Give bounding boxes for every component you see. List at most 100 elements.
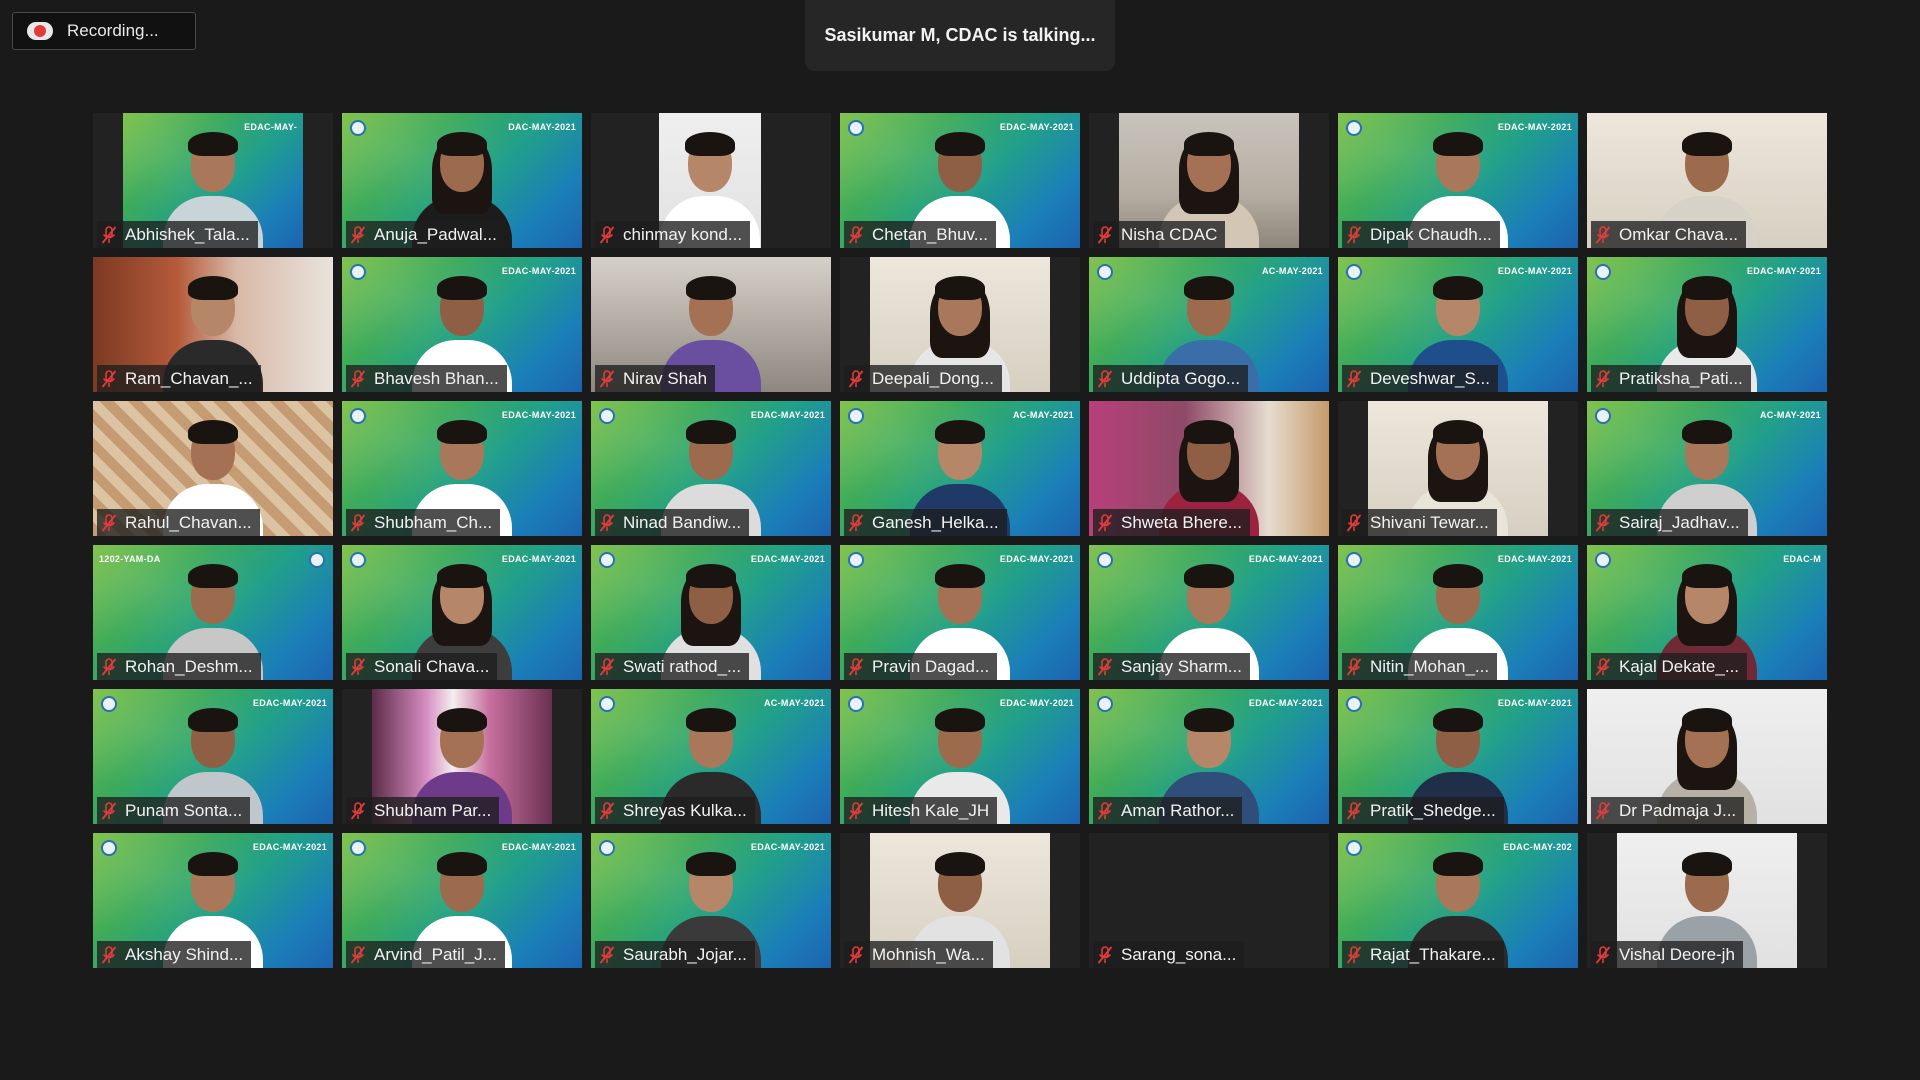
participant-tile[interactable]: EDAC-MAY-2021 Dipak Chaudh... — [1338, 113, 1578, 248]
recording-indicator[interactable]: Recording... — [12, 12, 196, 50]
cdac-logo-icon — [1346, 552, 1362, 568]
cdac-logo-icon — [1346, 840, 1362, 856]
participant-tile[interactable]: EDAC-MAY-2021 Aman Rathor... — [1089, 689, 1329, 824]
participant-tile[interactable]: Shweta Bhere... — [1089, 401, 1329, 536]
participant-name-label: Ram_Chavan_... — [97, 365, 261, 392]
participant-name-label: Shivani Tewar... — [1342, 509, 1497, 536]
participant-tile[interactable]: Mohnish_Wa... — [840, 833, 1080, 968]
recording-label: Recording... — [67, 21, 159, 40]
participant-name-label: Sairaj_Jadhav... — [1591, 509, 1748, 536]
participant-name: Saurabh_Jojar... — [623, 944, 747, 964]
participant-tile[interactable]: EDAC-MAY-2021 Bhavesh Bhan... — [342, 257, 582, 392]
participant-tile[interactable]: AC-MAY-2021 Uddipta Gogo... — [1089, 257, 1329, 392]
participant-tile[interactable]: EDAC-MAY-2021 Ninad Bandiw... — [591, 401, 831, 536]
participant-name: Ganesh_Helka... — [872, 512, 999, 532]
participant-tile[interactable]: EDAC-MAY-2021 Shubham_Ch... — [342, 401, 582, 536]
participant-tile[interactable]: Shivani Tewar... — [1338, 401, 1578, 536]
background-brand-text: AC-MAY-2021 — [1262, 266, 1323, 276]
mic-muted-icon — [350, 801, 366, 820]
participant-name-label: Chetan_Bhuv... — [844, 221, 996, 248]
participant-tile[interactable]: EDAC-MAY-2021 Arvind_Patil_J... — [342, 833, 582, 968]
participant-name-label: Hitesh Kale_JH — [844, 797, 998, 824]
participant-tile[interactable]: Nisha CDAC — [1089, 113, 1329, 248]
participant-tile[interactable]: EDAC-MAY-2021 Swati rathod_... — [591, 545, 831, 680]
participant-name: Swati rathod_... — [623, 656, 742, 676]
mic-muted-icon — [848, 801, 864, 820]
participant-name: Chetan_Bhuv... — [872, 224, 988, 244]
participant-tile[interactable]: AC-MAY-2021 Ganesh_Helka... — [840, 401, 1080, 536]
mic-muted-icon — [848, 225, 864, 244]
cdac-logo-icon — [848, 696, 864, 712]
participant-tile[interactable]: EDAC-MAY- Abhishek_Tala... — [93, 113, 333, 248]
participant-tile[interactable]: Nirav Shah — [591, 257, 831, 392]
participant-tile[interactable]: EDAC-MAY-2021 Akshay Shind... — [93, 833, 333, 968]
cdac-logo-icon — [350, 264, 366, 280]
participant-name-label: Saurabh_Jojar... — [595, 941, 755, 968]
participant-name: Rohan_Deshm... — [125, 656, 253, 676]
participant-tile[interactable]: EDAC-MAY-2021 Saurabh_Jojar... — [591, 833, 831, 968]
participant-name-label: Rahul_Chavan... — [97, 509, 260, 536]
participant-tile[interactable]: EDAC-M Kajal Dekate_... — [1587, 545, 1827, 680]
participant-tile[interactable]: EDAC-MAY-2021 Deveshwar_S... — [1338, 257, 1578, 392]
participant-name-label: Dr Padmaja J... — [1591, 797, 1745, 824]
mic-muted-icon — [101, 369, 117, 388]
participant-name: Akshay Shind... — [125, 944, 244, 964]
cdac-logo-icon — [1097, 696, 1113, 712]
active-speaker-banner: Sasikumar M, CDAC is talking... — [805, 0, 1115, 71]
participant-tile[interactable]: Deepali_Dong... — [840, 257, 1080, 392]
participant-name-label: Uddipta Gogo... — [1093, 365, 1249, 392]
participant-tile[interactable]: 1202-YAM-DA Rohan_Deshm... — [93, 545, 333, 680]
participant-tile[interactable]: EDAC-MAY-2021 Chetan_Bhuv... — [840, 113, 1080, 248]
participant-tile[interactable]: EDAC-MAY-2021 Punam Sonta... — [93, 689, 333, 824]
participant-tile[interactable]: Rahul_Chavan... — [93, 401, 333, 536]
participant-name: Vishal Deore-jh — [1619, 944, 1735, 964]
participant-name: Deepali_Dong... — [872, 368, 994, 388]
mic-muted-icon — [101, 945, 117, 964]
participant-tile[interactable]: EDAC-MAY-2021 Pravin Dagad... — [840, 545, 1080, 680]
participant-name: Uddipta Gogo... — [1121, 368, 1241, 388]
mic-muted-icon — [101, 657, 117, 676]
mic-muted-icon — [599, 945, 615, 964]
mic-muted-icon — [350, 369, 366, 388]
participant-tile[interactable]: Shubham Par... — [342, 689, 582, 824]
participant-name: Deveshwar_S... — [1370, 368, 1490, 388]
participant-tile[interactable]: Vishal Deore-jh — [1587, 833, 1827, 968]
participant-tile[interactable]: EDAC-MAY-2021 Pratik_Shedge... — [1338, 689, 1578, 824]
participant-tile[interactable]: DAC-MAY-2021 Anuja_Padwal... — [342, 113, 582, 248]
participant-tile[interactable]: AC-MAY-2021 Sairaj_Jadhav... — [1587, 401, 1827, 536]
participant-tile[interactable]: EDAC-MAY-2021 Pratiksha_Pati... — [1587, 257, 1827, 392]
participant-name: Shivani Tewar... — [1370, 512, 1489, 532]
participant-name: Shreyas Kulka... — [623, 800, 747, 820]
participant-name-label: Kajal Dekate_... — [1591, 653, 1748, 680]
participant-tile[interactable]: Omkar Chava... — [1587, 113, 1827, 248]
participant-name-label: Shubham_Ch... — [346, 509, 501, 536]
participant-video-grid: EDAC-MAY- Abhishek_Tala... DAC-MAY-2021 A… — [93, 113, 1828, 968]
cdac-logo-icon — [599, 408, 615, 424]
participant-tile[interactable]: Sarang_sona... — [1089, 833, 1329, 968]
participant-name-label: Shubham Par... — [346, 797, 500, 824]
participant-name-label: Omkar Chava... — [1591, 221, 1747, 248]
participant-tile[interactable]: EDAC-MAY-2021 Hitesh Kale_JH — [840, 689, 1080, 824]
cdac-logo-icon — [350, 552, 366, 568]
participant-tile[interactable]: chinmay kond... — [591, 113, 831, 248]
cdac-logo-icon — [599, 696, 615, 712]
participant-name: Ninad Bandiw... — [623, 512, 742, 532]
participant-tile[interactable]: EDAC-MAY-2021 Sonali Chava... — [342, 545, 582, 680]
background-brand-text: AC-MAY-2021 — [764, 698, 825, 708]
participant-name-label: Sonali Chava... — [346, 653, 498, 680]
participant-tile[interactable]: EDAC-MAY-202 Rajat_Thakare... — [1338, 833, 1578, 968]
participant-name-label: Nisha CDAC — [1093, 221, 1226, 248]
background-brand-text: AC-MAY-2021 — [1760, 410, 1821, 420]
mic-muted-icon — [101, 801, 117, 820]
participant-name-label: Nirav Shah — [595, 365, 716, 392]
participant-tile[interactable]: AC-MAY-2021 Shreyas Kulka... — [591, 689, 831, 824]
participant-tile[interactable]: EDAC-MAY-2021 Nitin_Mohan_... — [1338, 545, 1578, 680]
participant-name-label: Sarang_sona... — [1093, 941, 1245, 968]
participant-tile[interactable]: Ram_Chavan_... — [93, 257, 333, 392]
participant-name: chinmay kond... — [623, 224, 743, 244]
participant-tile[interactable]: Dr Padmaja J... — [1587, 689, 1827, 824]
participant-name: Nitin_Mohan_... — [1370, 656, 1490, 676]
cdac-logo-icon — [848, 120, 864, 136]
participant-tile[interactable]: EDAC-MAY-2021 Sanjay Sharm... — [1089, 545, 1329, 680]
participant-name-label: Pravin Dagad... — [844, 653, 998, 680]
